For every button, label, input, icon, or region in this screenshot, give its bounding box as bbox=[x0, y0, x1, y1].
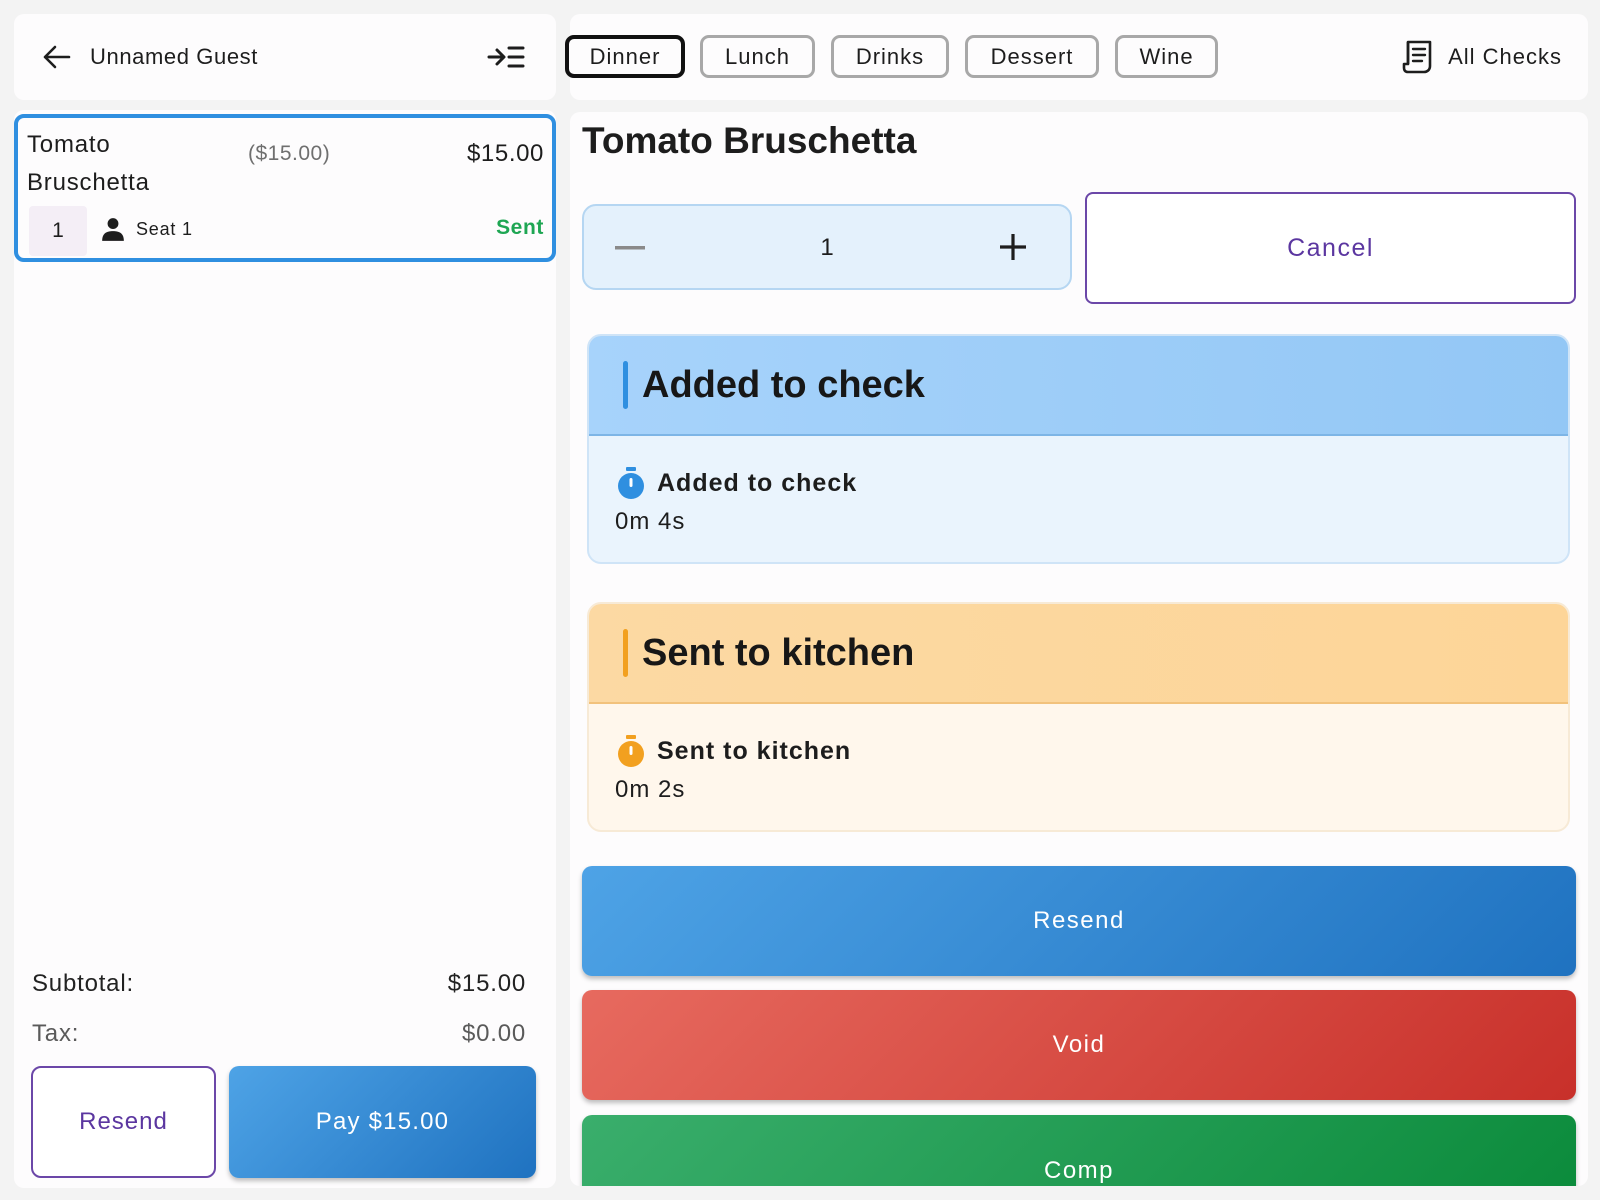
order-panel: Tomato Bruschetta ($15.00) $15.00 1 Seat… bbox=[14, 110, 556, 1188]
item-detail-title: Tomato Bruschetta bbox=[582, 120, 917, 161]
item-status-badge: Sent bbox=[496, 216, 544, 239]
back-arrow-icon[interactable] bbox=[42, 42, 72, 72]
subtotal-label: Subtotal: bbox=[32, 970, 134, 997]
subtotal-value: $15.00 bbox=[447, 970, 526, 997]
item-seat: Seat 1 bbox=[100, 216, 193, 242]
status-heading: Added to check bbox=[642, 363, 925, 406]
status-elapsed-time: 0m 4s bbox=[615, 508, 686, 535]
resend-button[interactable]: Resend bbox=[582, 866, 1576, 976]
status-event: Sent to kitchen bbox=[615, 734, 851, 768]
status-accent-bar bbox=[623, 629, 628, 677]
collapse-panel-icon[interactable] bbox=[486, 42, 526, 72]
quantity-stepper: 1 bbox=[582, 204, 1072, 290]
tab-lunch[interactable]: Lunch bbox=[700, 35, 815, 78]
tab-drinks[interactable]: Drinks bbox=[831, 35, 949, 78]
tax-value: $0.00 bbox=[461, 1020, 526, 1047]
status-card-added: Added to check Added to check 0m 4s bbox=[587, 334, 1570, 564]
order-item-card[interactable]: Tomato Bruschetta ($15.00) $15.00 1 Seat… bbox=[14, 114, 556, 262]
comp-button[interactable]: Comp bbox=[582, 1115, 1576, 1186]
item-detail-panel: Tomato Bruschetta 1 Cancel Added to chec… bbox=[570, 112, 1588, 1186]
status-heading: Sent to kitchen bbox=[642, 631, 915, 674]
status-accent-bar bbox=[623, 361, 628, 409]
check-header: Unnamed Guest bbox=[14, 14, 556, 100]
receipt-icon bbox=[1402, 40, 1432, 74]
all-checks-label: All Checks bbox=[1448, 44, 1562, 69]
status-elapsed-time: 0m 2s bbox=[615, 776, 686, 803]
status-event-label: Sent to kitchen bbox=[657, 736, 852, 765]
status-event: Added to check bbox=[615, 466, 857, 500]
tab-wine[interactable]: Wine bbox=[1115, 35, 1218, 78]
status-card-sent: Sent to kitchen Sent to kitchen 0m 2s bbox=[587, 602, 1570, 832]
stopwatch-icon bbox=[618, 467, 644, 499]
guest-name[interactable]: Unnamed Guest bbox=[90, 44, 258, 70]
item-original-price: ($15.00) bbox=[248, 142, 331, 165]
resend-check-button[interactable]: Resend bbox=[31, 1066, 216, 1178]
item-quantity-badge: 1 bbox=[29, 206, 87, 256]
category-bar: Dinner Lunch Drinks Dessert Wine All Che… bbox=[565, 14, 1588, 100]
stopwatch-icon bbox=[618, 735, 644, 767]
tab-dinner[interactable]: Dinner bbox=[565, 35, 685, 78]
plus-icon[interactable] bbox=[996, 230, 1030, 264]
all-checks-button[interactable]: All Checks bbox=[1402, 40, 1562, 74]
item-price: $15.00 bbox=[466, 140, 544, 167]
tax-label: Tax: bbox=[32, 1020, 80, 1047]
void-button[interactable]: Void bbox=[582, 990, 1576, 1100]
person-icon bbox=[102, 218, 124, 241]
status-card-header: Sent to kitchen bbox=[589, 604, 1568, 704]
status-card-header: Added to check bbox=[589, 336, 1568, 436]
status-event-label: Added to check bbox=[657, 468, 858, 497]
cancel-button[interactable]: Cancel bbox=[1085, 192, 1576, 304]
item-seat-label: Seat 1 bbox=[136, 218, 193, 239]
pay-button[interactable]: Pay $15.00 bbox=[229, 1066, 536, 1178]
item-name: Tomato Bruschetta bbox=[27, 131, 150, 196]
tab-dessert[interactable]: Dessert bbox=[965, 35, 1099, 78]
